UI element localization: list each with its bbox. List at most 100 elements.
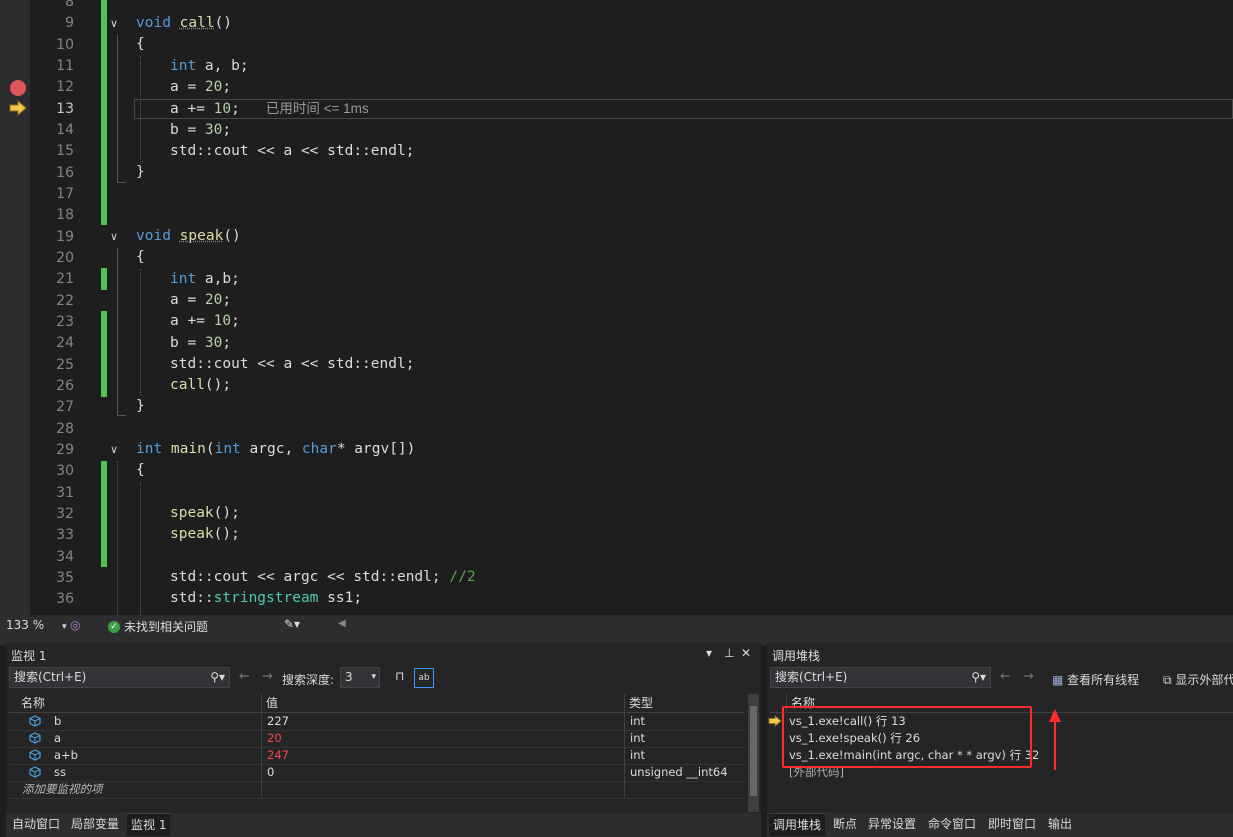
search-icon[interactable]: ⚲▾: [210, 668, 225, 687]
tab-command-window[interactable]: 命令窗口: [924, 813, 980, 835]
brush-icon[interactable]: ✎▾: [284, 617, 300, 631]
fold-toggle-icon[interactable]: ∨: [110, 439, 124, 460]
scope-guide: [117, 35, 126, 183]
code-line[interactable]: call();: [136, 375, 231, 396]
forward-arrow-icon[interactable]: →: [262, 669, 273, 684]
line-number-gutter: 8 9 10 11 12 13 14 15 16 17 18 19 20 21 22 23 24 25 26 27 28…: [30, 0, 74, 615]
issues-indicator[interactable]: ✓ 未找到相关问题: [108, 618, 208, 635]
line-number: 32: [56, 505, 74, 522]
line-number: 26: [56, 377, 74, 394]
back-arrow-icon[interactable]: ←: [1000, 669, 1011, 684]
zoom-dropdown[interactable]: 133 % ▾: [6, 618, 66, 632]
code-line[interactable]: std::cout << a << std::endl;: [136, 354, 414, 375]
copilot-icon[interactable]: ◎: [70, 618, 80, 632]
line-number: 31: [56, 484, 74, 501]
check-circle-icon: ✓: [108, 620, 120, 633]
column-header-value[interactable]: 值: [261, 694, 625, 712]
column-header-name[interactable]: 名称: [17, 694, 261, 712]
code-line[interactable]: a = 20;: [136, 77, 231, 98]
line-number: 13: [56, 100, 74, 117]
scrollbar-thumb[interactable]: [750, 706, 757, 796]
tab-call-stack[interactable]: 调用堆栈: [769, 813, 826, 836]
line-number: 21: [56, 271, 74, 288]
line-number: 28: [56, 420, 74, 437]
line-number: 11: [56, 57, 74, 74]
filter-pin-icon[interactable]: ⊓: [395, 669, 404, 683]
code-line[interactable]: void speak(): [136, 226, 241, 247]
change-bar: [101, 461, 107, 567]
scroll-left-icon[interactable]: ◀: [338, 618, 346, 629]
line-number: 25: [56, 356, 74, 373]
add-watch-row[interactable]: 添加要监视的项: [9, 781, 745, 799]
back-arrow-icon[interactable]: ←: [239, 669, 250, 684]
callstack-tab-bar: 调用堆栈 断点 异常设置 命令窗口 即时窗口 输出: [767, 813, 1233, 837]
code-line[interactable]: int a, b;: [136, 56, 249, 77]
code-line[interactable]: int main(int argc, char* argv[]): [136, 439, 415, 460]
line-number: 8: [65, 0, 74, 10]
chevron-down-icon: ▾: [371, 672, 376, 682]
watch-window: 监视 1 ▾ ⊥ ✕ 搜索(Ctrl+E) ⚲▾ ← → 搜索深度: 3 ▾ ⊓ …: [6, 643, 761, 837]
code-line[interactable]: std::stringstream ss1;: [136, 588, 362, 609]
table-row[interactable]: b 227 int: [9, 713, 745, 731]
fold-toggle-icon[interactable]: ∨: [110, 13, 124, 34]
scope-guide: [117, 248, 126, 416]
breakpoint-icon[interactable]: [10, 80, 26, 96]
hex-toggle-icon[interactable]: ab: [414, 668, 434, 688]
code-line[interactable]: a = 20;: [136, 290, 231, 311]
tab-autos[interactable]: 自动窗口: [8, 813, 64, 835]
tab-exception-settings[interactable]: 异常设置: [864, 813, 920, 835]
editor-status-bar: 133 % ▾ ◎ ✓ 未找到相关问题 ✎▾ ◀: [0, 615, 1233, 637]
tab-immediate-window[interactable]: 即时窗口: [984, 813, 1040, 835]
window-menu-icon[interactable]: ▾: [706, 646, 712, 660]
code-line[interactable]: speak();: [136, 524, 240, 545]
line-number: 29: [56, 441, 74, 458]
code-line[interactable]: }: [136, 162, 145, 183]
code-line[interactable]: std::cout << argc << std::endl; //2: [136, 567, 476, 588]
code-line[interactable]: {: [136, 460, 145, 481]
code-line-current[interactable]: a += 10; 已用时间 <= 1ms: [136, 98, 369, 119]
code-line[interactable]: b = 30;: [136, 120, 231, 141]
forward-arrow-icon[interactable]: →: [1023, 669, 1034, 684]
search-icon[interactable]: ⚲▾: [971, 668, 986, 687]
line-number: 17: [56, 185, 74, 202]
pin-icon[interactable]: ⊥: [724, 646, 734, 660]
table-row[interactable]: a+b 247 int: [9, 747, 745, 765]
code-line[interactable]: int a,b;: [136, 269, 240, 290]
tab-locals[interactable]: 局部变量: [67, 813, 123, 835]
elapsed-time-hint: 已用时间 <= 1ms: [265, 101, 369, 116]
fold-toggle-icon[interactable]: ∨: [110, 226, 124, 247]
watch-title: 监视 1: [11, 649, 47, 663]
close-icon[interactable]: ✕: [741, 646, 751, 660]
external-code-icon: ⧉: [1163, 673, 1172, 687]
code-line[interactable]: a += 10;: [136, 311, 240, 332]
tab-output[interactable]: 输出: [1044, 813, 1076, 835]
line-number: 15: [56, 143, 74, 160]
column-header-type[interactable]: 类型: [624, 694, 745, 712]
code-line[interactable]: speak();: [136, 503, 240, 524]
search-depth-select[interactable]: 3 ▾: [340, 667, 380, 688]
callstack-search-input[interactable]: 搜索(Ctrl+E) ⚲▾: [770, 667, 991, 688]
line-number: 35: [56, 569, 74, 586]
tab-watch-1[interactable]: 监视 1: [127, 813, 171, 836]
code-line[interactable]: b = 30;: [136, 333, 231, 354]
code-editor[interactable]: 8 9 10 11 12 13 14 15 16 17 18 19 20 21 22 23 24 25 26 27 28…: [0, 0, 1233, 615]
view-threads-button[interactable]: ▦ 查看所有线程: [1052, 671, 1139, 688]
table-row[interactable]: a 20 int: [9, 730, 745, 748]
line-number: 36: [56, 591, 74, 608]
current-frame-arrow-icon: [768, 715, 782, 727]
code-line[interactable]: void call(): [136, 13, 232, 34]
line-number: 27: [56, 399, 74, 416]
variable-icon: [29, 749, 41, 761]
call-stack-title: 调用堆栈: [772, 649, 821, 663]
code-line[interactable]: std::cout << a << std::endl;: [136, 141, 414, 162]
tab-breakpoints[interactable]: 断点: [829, 813, 861, 835]
watch-search-input[interactable]: 搜索(Ctrl+E) ⚲▾: [9, 667, 230, 688]
code-line[interactable]: {: [136, 34, 145, 55]
watch-scrollbar[interactable]: [748, 694, 759, 812]
show-external-button[interactable]: ⧉ 显示外部代: [1163, 671, 1233, 688]
code-line[interactable]: }: [136, 396, 145, 417]
code-line[interactable]: {: [136, 247, 145, 268]
line-number: 34: [56, 548, 74, 565]
table-row[interactable]: ss 0 unsigned __int64: [9, 764, 745, 782]
variable-icon: [29, 732, 41, 744]
